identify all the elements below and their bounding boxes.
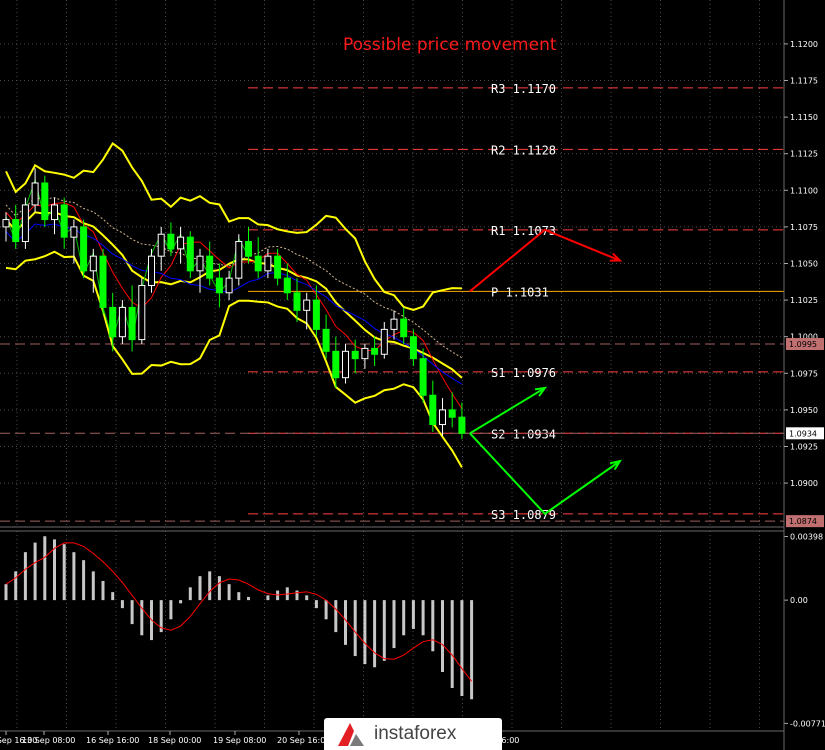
price-tick-label: 1.1050 (790, 260, 818, 269)
chart-title: Possible price movement (343, 35, 557, 55)
price-chart: R3 1.1170R2 1.1128R1 1.1073P 1.1031S1 1.… (0, 0, 825, 750)
price-tick-label: 1.0900 (790, 479, 818, 488)
oscillator-panel: 0.00398 0.00 -0.00771 (4, 533, 825, 728)
candle-body (167, 233, 175, 250)
candle-body (235, 241, 243, 279)
candle-body (41, 182, 49, 221)
candle-body (283, 277, 291, 294)
price-tick-label: 1.1175 (790, 77, 818, 86)
pivot-label-r2: R2 1.1128 (491, 143, 556, 157)
price-tag-label: 1.0934 (789, 429, 817, 438)
price-tick-label: 1.1200 (790, 40, 818, 49)
candle-body (400, 318, 408, 338)
signal-line (5, 542, 472, 682)
projection-arrow-line (469, 432, 621, 516)
candle-body (99, 255, 107, 308)
candle-body (128, 306, 136, 341)
candle-body (12, 219, 20, 243)
candle-body (380, 328, 388, 355)
candle-body (118, 306, 126, 338)
candle-body (448, 409, 456, 418)
price-tag-label: 1.0995 (789, 340, 817, 349)
price-tick-label: 1.1025 (790, 296, 818, 305)
projection-arrow-line (469, 228, 621, 293)
time-tick-label: 18 Sep 00:00 (148, 736, 201, 745)
instaforex-logo-text: instaforex (374, 723, 457, 744)
pivot-label-s1: S1 1.0976 (491, 366, 556, 380)
candle-body (371, 347, 379, 355)
pivot-label-s2: S2 1.0934 (491, 427, 556, 441)
oscillator-tick-label: -0.00771 (790, 719, 825, 728)
candle-body (177, 236, 185, 250)
price-tick-label: 1.1150 (790, 113, 818, 122)
candle-body (148, 255, 155, 286)
candle-body (245, 241, 252, 257)
candle-body (342, 350, 349, 379)
price-tick-label: 1.0975 (790, 369, 818, 378)
candle-body (361, 347, 369, 360)
indicators (5, 142, 463, 468)
candle-body (206, 255, 214, 279)
price-tick-label: 1.1075 (790, 223, 818, 232)
candle-body (351, 350, 359, 360)
instaforex-logo: instaforex (324, 718, 502, 750)
candle-body (215, 277, 223, 294)
bollinger-lower (5, 250, 463, 468)
candle-body (109, 306, 117, 338)
candle-body (458, 416, 466, 434)
candle-body (264, 255, 272, 272)
price-tag-label: 1.0874 (789, 517, 817, 526)
candle-body (186, 236, 194, 272)
candle-body (51, 204, 58, 221)
candle-body (409, 336, 417, 360)
candle-body (89, 255, 97, 272)
candle-body (157, 233, 165, 257)
time-tick-label: 19 Sep 08:00 (213, 736, 266, 745)
candle-body (225, 277, 233, 294)
candle-body (70, 226, 78, 238)
candle-body (21, 204, 29, 243)
candle-body (293, 292, 301, 311)
pivot-label-p: P 1.1031 (491, 285, 549, 299)
candle-body (60, 204, 68, 238)
candle-body (303, 299, 311, 311)
time-tick-label: 13 Sep 08:00 (22, 736, 75, 745)
candle-body (332, 350, 340, 379)
candle-body (322, 328, 330, 352)
instaforex-logo-mark-icon (338, 723, 364, 746)
oscillator-tick-label: 0.00398 (790, 533, 823, 542)
candle-body (419, 358, 427, 396)
candle-body (31, 182, 39, 206)
pivot-label-r3: R3 1.1170 (491, 82, 556, 96)
price-tick-label: 1.1100 (790, 186, 818, 195)
candle-body (312, 299, 320, 330)
pivot-label-s3: S3 1.0879 (491, 508, 556, 522)
oscillator-tick-label: 0.00 (790, 596, 808, 605)
candle-body (2, 219, 10, 228)
candle-body (274, 255, 282, 279)
grid (0, 0, 784, 731)
price-tick-label: 1.0925 (790, 442, 818, 451)
candle-body (390, 318, 398, 330)
price-tick-label: 1.1125 (790, 150, 818, 159)
time-tick-label: 20 Sep 16:00 (277, 736, 330, 745)
candle-body (439, 409, 446, 426)
price-tick-label: 1.0950 (790, 406, 818, 415)
time-tick-label: 16 Sep 16:00 (86, 736, 139, 745)
candle-body (254, 255, 262, 272)
axes: 1.1200 1.1175 1.1150 1.1125 1.1100 1.1075 1.10… (0, 0, 824, 750)
candle-body (138, 284, 146, 341)
candle-body (196, 255, 204, 272)
candle-body (80, 226, 88, 272)
candle-body (429, 394, 437, 426)
